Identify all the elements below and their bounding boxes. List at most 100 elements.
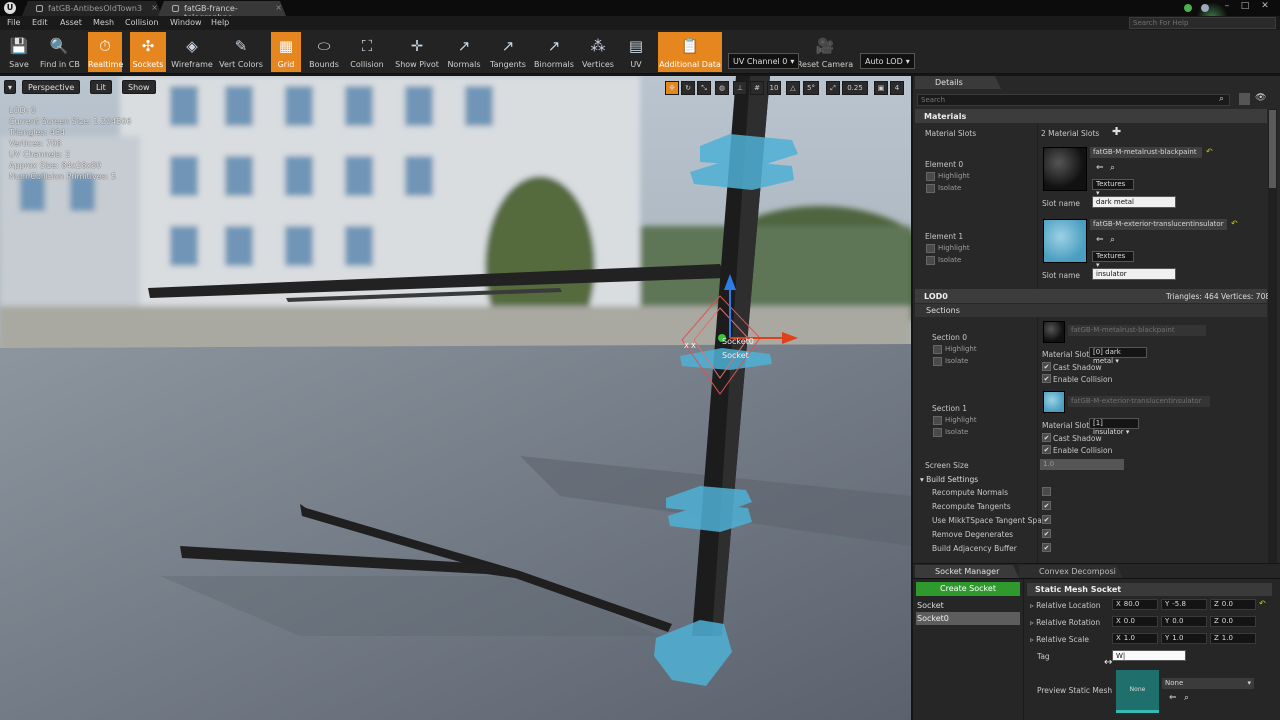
- preview-mesh-thumbnail[interactable]: None: [1116, 670, 1159, 713]
- tab-france-telegraph[interactable]: fatGB-france-telegraphpo ×: [158, 1, 286, 16]
- source-control-icon[interactable]: [1184, 4, 1192, 12]
- static-mesh-socket-category[interactable]: Static Mesh Socket: [1027, 583, 1272, 596]
- pivot-button[interactable]: ✛ Show Pivot: [395, 32, 439, 72]
- lit-dropdown[interactable]: Lit: [90, 80, 112, 94]
- section-0-material-slot-dropdown[interactable]: [0] dark metal ▾: [1089, 347, 1147, 365]
- details-search-input[interactable]: Search: [917, 94, 1230, 106]
- uv-channel-dropdown[interactable]: UV Channel 0: [728, 53, 800, 69]
- translate-tool-icon[interactable]: ✥: [665, 81, 679, 95]
- element-0-material-combo[interactable]: fatGB-M-metalrust-blackpaint: [1090, 147, 1202, 158]
- tab-convex-decomposition[interactable]: Convex Decomposi: [1019, 565, 1123, 578]
- rotation-snap-icon[interactable]: △: [786, 81, 800, 95]
- highlight-checkbox[interactable]: [933, 345, 942, 354]
- sections-category[interactable]: Sections: [915, 304, 1267, 317]
- scale-tool-icon[interactable]: ⤡: [697, 81, 711, 95]
- menu-help[interactable]: Help: [211, 18, 229, 27]
- section-1-material-slot-dropdown[interactable]: [1] insulator ▾: [1089, 418, 1139, 436]
- camera-speed-icon[interactable]: ▣: [874, 81, 888, 95]
- use-selected-asset-icon[interactable]: ⇐: [1096, 163, 1104, 173]
- save-button[interactable]: 💾 Save: [4, 32, 34, 72]
- scale-y-input[interactable]: Y 1.0: [1161, 633, 1207, 644]
- material-thumbnail-insulator[interactable]: [1043, 219, 1087, 263]
- reset-to-default-icon[interactable]: ↶: [1206, 147, 1213, 156]
- menu-asset[interactable]: Asset: [60, 18, 82, 27]
- view-options-icon[interactable]: 👁: [1255, 93, 1266, 103]
- menu-mesh[interactable]: Mesh: [93, 18, 114, 27]
- build-setting-checkbox[interactable]: [1042, 529, 1051, 538]
- tag-input[interactable]: W|: [1112, 650, 1186, 661]
- enable-collision-checkbox[interactable]: [1042, 445, 1051, 454]
- build-setting-checkbox[interactable]: [1042, 515, 1051, 524]
- grid-snap-icon[interactable]: #: [750, 81, 764, 95]
- browse-asset-icon[interactable]: ⌕: [1110, 235, 1115, 245]
- highlight-checkbox[interactable]: [926, 172, 935, 181]
- help-search-input[interactable]: Search For Help: [1129, 17, 1276, 29]
- perspective-dropdown[interactable]: Perspective: [22, 80, 81, 94]
- socket-list-item[interactable]: Socket: [916, 600, 1020, 612]
- relative-location-label[interactable]: ▹ Relative Location: [1030, 601, 1101, 610]
- build-setting-checkbox[interactable]: [1042, 543, 1051, 552]
- tab-socket-manager[interactable]: Socket Manager: [915, 565, 1019, 578]
- menu-collision[interactable]: Collision: [125, 18, 159, 27]
- menu-window[interactable]: Window: [170, 18, 202, 27]
- tab-details[interactable]: Details: [915, 76, 1001, 89]
- reset-camera-button[interactable]: 🎥 Reset Camera: [796, 32, 854, 72]
- close-icon[interactable]: ×: [151, 3, 158, 12]
- socket-list-item-selected[interactable]: Socket0: [916, 612, 1020, 625]
- notification-icon[interactable]: [1201, 4, 1209, 12]
- find-in-content-browser-button[interactable]: 🔍 Find in CB: [40, 32, 80, 72]
- location-z-input[interactable]: Z 0.0: [1210, 599, 1256, 610]
- preview-static-mesh-combo[interactable]: None ▾: [1162, 678, 1254, 689]
- tab-antibes-old-town[interactable]: fatGB-AntibesOldTown3 ×: [22, 1, 162, 16]
- rotation-z-input[interactable]: Z 0.0: [1210, 616, 1256, 627]
- menu-edit[interactable]: Edit: [32, 18, 48, 27]
- viewport-options-dropdown[interactable]: ▾: [4, 80, 17, 94]
- scale-snap-value[interactable]: 0.25: [842, 81, 868, 95]
- rotation-x-input[interactable]: X 0.0: [1112, 616, 1158, 627]
- wireframe-button[interactable]: ◈ Wireframe: [170, 32, 214, 72]
- materials-category[interactable]: Materials: [915, 109, 1267, 123]
- close-window-button[interactable]: ✕: [1257, 0, 1273, 12]
- material-thumbnail-dark-metal[interactable]: [1043, 147, 1087, 191]
- tangents-button[interactable]: ↗ Tangents: [487, 32, 529, 72]
- camera-speed-value[interactable]: 4: [890, 81, 904, 95]
- binormals-button[interactable]: ↗ Binormals: [531, 32, 577, 72]
- scale-snap-icon[interactable]: ⤢: [826, 81, 840, 95]
- build-setting-checkbox[interactable]: [1042, 487, 1051, 496]
- browse-asset-icon[interactable]: ⌕: [1184, 693, 1189, 703]
- location-x-input[interactable]: X 80.0: [1112, 599, 1158, 610]
- relative-rotation-label[interactable]: ▹ Relative Rotation: [1030, 618, 1100, 627]
- cast-shadow-checkbox[interactable]: [1042, 433, 1051, 442]
- create-socket-button[interactable]: Create Socket: [916, 582, 1020, 596]
- normals-button[interactable]: ↗ Normals: [444, 32, 484, 72]
- world-local-icon[interactable]: ◍: [715, 81, 729, 95]
- sockets-button[interactable]: ✣ Sockets: [130, 32, 166, 72]
- details-scrollbar-thumb[interactable]: [1269, 110, 1276, 188]
- browse-asset-icon[interactable]: ⌕: [1110, 163, 1115, 173]
- isolate-checkbox[interactable]: [933, 357, 942, 366]
- uv-button[interactable]: ▤ UV: [620, 32, 652, 72]
- show-dropdown[interactable]: Show: [122, 80, 156, 94]
- close-icon[interactable]: ×: [275, 3, 282, 12]
- maximize-button[interactable]: □: [1237, 0, 1253, 12]
- reset-to-default-icon[interactable]: ↶: [1231, 219, 1238, 228]
- build-setting-checkbox[interactable]: [1042, 501, 1051, 510]
- isolate-checkbox[interactable]: [933, 428, 942, 437]
- additional-data-button[interactable]: 📋 Additional Data: [658, 32, 722, 72]
- scale-z-input[interactable]: Z 1.0: [1210, 633, 1256, 644]
- add-material-slot-icon[interactable]: ✚: [1112, 125, 1121, 138]
- textures-dropdown[interactable]: Textures ▾: [1092, 251, 1134, 269]
- vertex-colors-button[interactable]: ✎ Vert Colors: [218, 32, 264, 72]
- textures-dropdown[interactable]: Textures ▾: [1092, 179, 1134, 197]
- location-y-input[interactable]: Y -5.8: [1161, 599, 1207, 610]
- use-selected-asset-icon[interactable]: ⇐: [1096, 235, 1104, 245]
- relative-scale-label[interactable]: ▹ Relative Scale: [1030, 635, 1089, 644]
- rotation-snap-value[interactable]: 5°: [803, 81, 819, 95]
- property-matrix-icon[interactable]: [1239, 93, 1250, 105]
- cast-shadow-checkbox[interactable]: [1042, 362, 1051, 371]
- minimize-button[interactable]: –: [1219, 0, 1235, 12]
- highlight-checkbox[interactable]: [933, 416, 942, 425]
- realtime-button[interactable]: ⏱ Realtime: [88, 32, 123, 72]
- column-divider[interactable]: [1037, 124, 1038, 289]
- rotation-y-input[interactable]: Y 0.0: [1161, 616, 1207, 627]
